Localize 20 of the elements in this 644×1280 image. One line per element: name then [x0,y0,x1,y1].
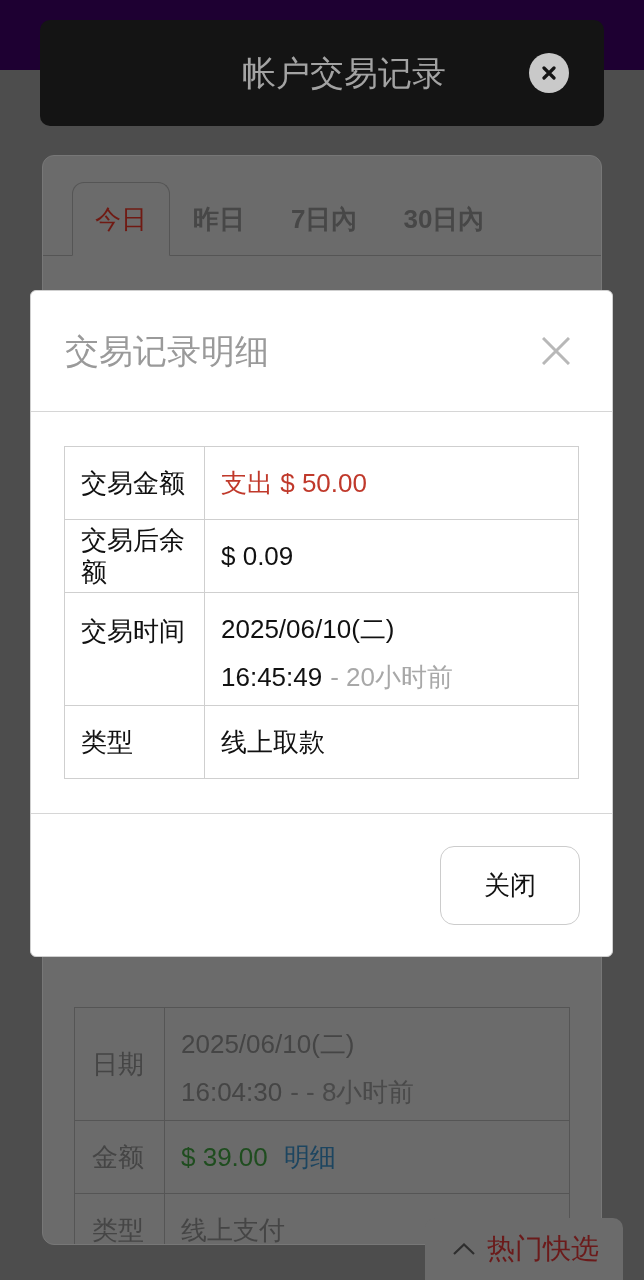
tab[interactable]: 今日 [72,182,170,256]
table-cell: 线上取款 [204,705,579,779]
date-text: 2025/06/10(二) [221,614,395,644]
details-link[interactable]: 明细 [283,1141,336,1173]
table-cell: 交易后余额 [64,519,205,593]
modal-title: 交易记录明细 [65,330,269,372]
close-icon [542,337,570,365]
table-cell: 交易时间 [64,592,205,706]
amount-text: $ 39.00 [181,1141,268,1173]
close-button[interactable]: 关闭 [440,846,580,925]
close-icon [542,66,556,80]
table-cell: 类型 [64,705,205,779]
page-title: 帐户交易记录 [241,52,446,94]
close-button[interactable] [529,53,569,93]
relative-time-text: - 20小时前 [330,661,454,694]
amount-text: 支出 $ 50.00 [221,467,367,499]
table-cell: $ 0.09 [204,519,579,593]
chevron-up-icon [453,1243,475,1255]
time-text: 16:45:49 [221,661,323,694]
table-cell: 交易金额 [64,446,205,520]
